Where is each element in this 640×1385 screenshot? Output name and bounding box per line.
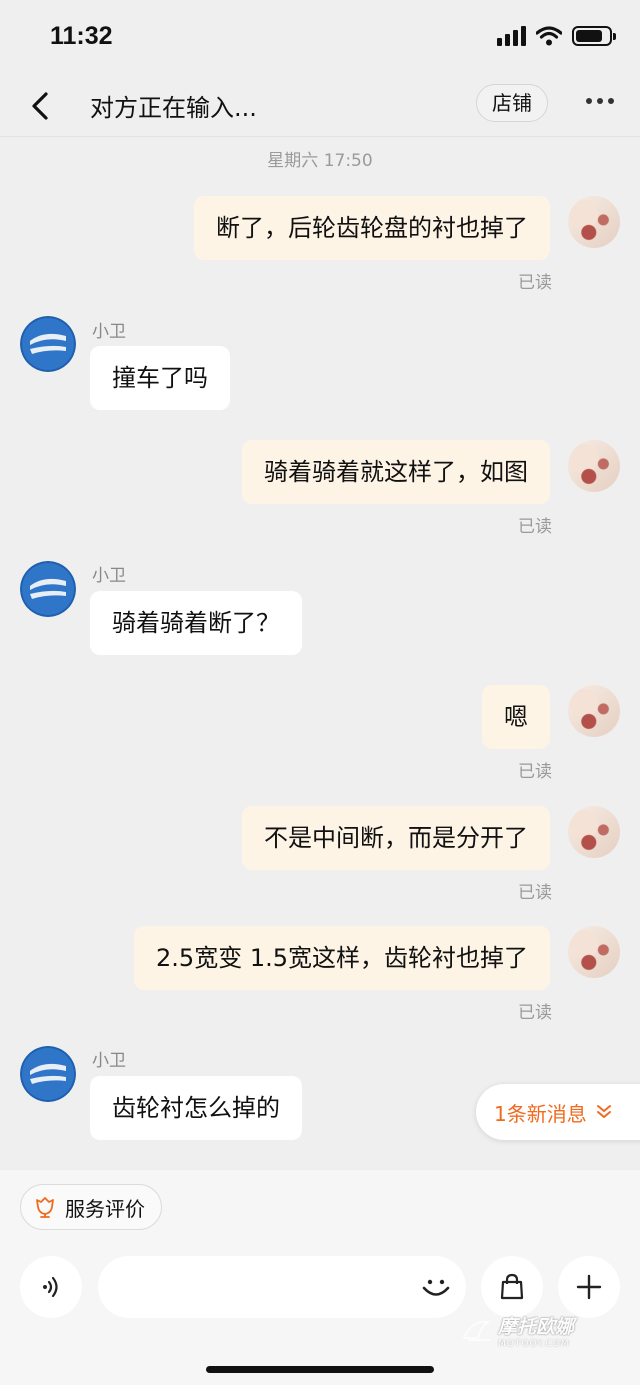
their-message-bubble[interactable]: 骑着骑着断了？ (90, 591, 302, 655)
status-time: 11:32 (50, 22, 113, 50)
watermark-logo-icon (462, 1320, 491, 1341)
voice-input-button[interactable] (20, 1256, 82, 1318)
watermark-text: 摩托欧娜 (498, 1316, 575, 1338)
double-chevron-down-icon (596, 1105, 611, 1118)
their-message-bubble[interactable]: 撞车了吗 (90, 346, 230, 410)
shop-avatar[interactable] (20, 316, 76, 372)
my-message-bubble[interactable]: 断了，后轮齿轮盘的衬也掉了 (194, 196, 550, 260)
message-input[interactable] (98, 1256, 466, 1318)
my-message-bubble[interactable]: 骑着骑着就这样了，如图 (242, 440, 550, 504)
shop-button[interactable]: 店铺 (476, 84, 548, 122)
chat-title: 对方正在输入... (90, 94, 257, 122)
user-avatar[interactable] (568, 926, 620, 978)
shop-avatar[interactable] (20, 1046, 76, 1102)
user-avatar[interactable] (568, 806, 620, 858)
sender-name: 小卫 (92, 1051, 126, 1071)
sender-name: 小卫 (92, 566, 126, 586)
emoji-icon[interactable] (418, 1269, 454, 1305)
user-avatar[interactable] (568, 685, 620, 737)
service-rating-label: 服务评价 (65, 1196, 145, 1221)
more-actions-button[interactable] (558, 1256, 620, 1318)
read-receipt: 已读 (518, 762, 552, 782)
my-message-bubble[interactable]: 不是中间断，而是分开了 (242, 806, 550, 870)
read-receipt: 已读 (518, 1003, 552, 1023)
shopping-bag-button[interactable] (481, 1256, 543, 1318)
their-message-bubble[interactable]: 齿轮衬怎么掉的 (90, 1076, 302, 1140)
more-options-icon[interactable] (586, 98, 614, 104)
watermark: 摩托欧娜 MOTOOY.COM (462, 1312, 574, 1349)
voice-icon (43, 1276, 58, 1298)
new-messages-label: 1条新消息 (494, 1101, 587, 1126)
chat-header: 对方正在输入... 店铺 (0, 76, 640, 136)
user-avatar[interactable] (568, 196, 620, 248)
read-receipt: 已读 (518, 883, 552, 903)
battery-icon (572, 26, 616, 46)
sender-name: 小卫 (92, 322, 126, 342)
service-rating-button[interactable]: 服务评价 (20, 1184, 162, 1230)
home-indicator (206, 1366, 434, 1373)
watermark-subtext: MOTOOY.COM (498, 1339, 570, 1349)
status-bar: 11:32 (0, 0, 640, 76)
wifi-icon (536, 26, 562, 46)
flower-icon (36, 1197, 54, 1218)
read-receipt: 已读 (518, 273, 552, 293)
shop-avatar[interactable] (20, 561, 76, 617)
message-timestamp: 星期六 17:50 (267, 151, 373, 171)
read-receipt: 已读 (518, 517, 552, 537)
new-messages-button[interactable]: 1条新消息 (476, 1084, 640, 1140)
shopping-bag-icon (500, 1273, 524, 1300)
plus-icon (576, 1274, 602, 1300)
my-message-bubble[interactable]: 嗯 (482, 685, 550, 749)
my-message-bubble[interactable]: 2.5宽变 1.5宽这样，齿轮衬也掉了 (134, 926, 550, 990)
header-divider (0, 136, 640, 137)
user-avatar[interactable] (568, 440, 620, 492)
cellular-signal-icon (497, 26, 526, 46)
input-area: 服务评价 摩托欧娜 MOTOOY.COM (0, 1170, 640, 1385)
back-arrow-icon[interactable] (26, 86, 56, 126)
